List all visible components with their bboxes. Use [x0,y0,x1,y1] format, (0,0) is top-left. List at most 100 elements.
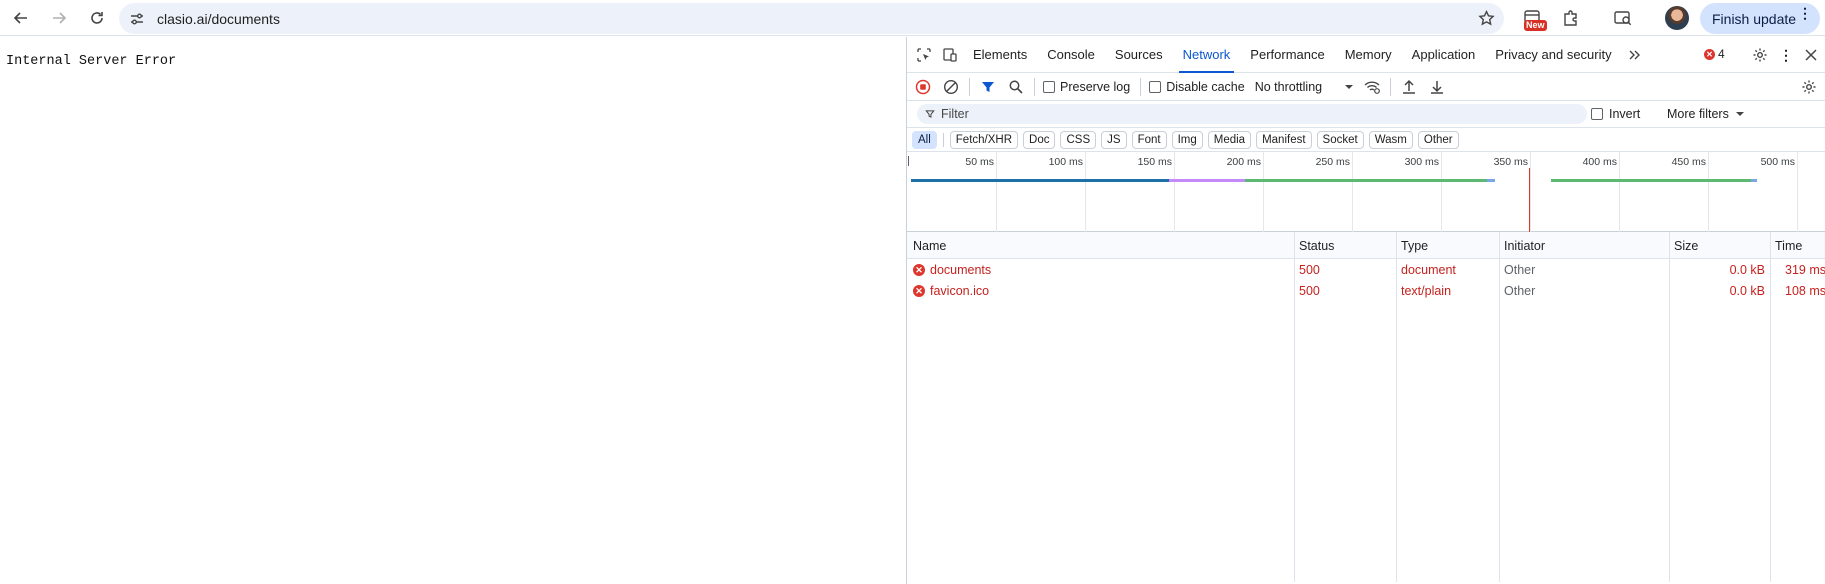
type-filter-js[interactable]: JS [1101,130,1127,149]
type-filter-wasm[interactable]: Wasm [1368,130,1413,149]
clear-icon[interactable] [937,74,965,100]
more-tabs-chevron-icon[interactable] [1622,42,1648,68]
tab-sources[interactable]: Sources [1105,37,1173,73]
search-icon[interactable] [1002,74,1030,100]
puzzle-icon [1564,10,1577,26]
type-filter-manifest[interactable]: Manifest [1256,130,1312,149]
column-header-size[interactable]: Size [1674,239,1698,253]
timeline-bar-stalled [1169,179,1245,182]
close-devtools-icon[interactable] [1798,42,1824,68]
disable-cache-label: Disable cache [1166,79,1245,94]
checkbox-box[interactable] [1149,80,1162,93]
type-filter-css[interactable]: CSS [1060,130,1097,149]
new-badge: New [1524,20,1547,31]
toolbar-divider [1140,77,1142,96]
export-har-icon[interactable] [1423,74,1451,100]
timeline-tick: 300 ms [1405,152,1442,232]
devtools-panel: Elements Console Sources Network Perform… [906,37,1825,584]
toolbar-divider [1390,77,1392,96]
finish-update-button[interactable]: Finish update ⋮ [1700,3,1820,34]
tab-application[interactable]: Application [1402,37,1486,73]
request-time: 108 ms [1785,284,1825,298]
more-vert-icon: ⋮ [1798,5,1812,21]
network-settings-gear-icon[interactable] [1795,74,1823,100]
dropdown-caret-icon [1345,84,1354,89]
type-filter-doc[interactable]: Doc [1023,130,1056,149]
column-header-name[interactable]: Name [913,239,946,253]
column-header-time[interactable]: Time [1775,239,1802,253]
forward-button[interactable] [42,3,76,33]
request-size: 0.0 kB [1729,263,1765,277]
tab-network[interactable]: Network [1173,37,1241,73]
column-header-initiator[interactable]: Initiator [1504,239,1545,253]
tab-memory[interactable]: Memory [1335,37,1402,73]
url-text[interactable]: clasio.ai/documents [157,11,280,27]
type-filter-other[interactable]: Other [1417,130,1459,149]
tab-privacy-security[interactable]: Privacy and security [1485,37,1621,73]
timeline-tick-label: 50 ms [965,156,994,168]
address-bar[interactable]: clasio.ai/documents [119,3,1504,34]
disable-cache-checkbox[interactable]: Disable cache [1149,80,1245,94]
request-name[interactable]: favicon.ico [930,284,989,298]
timeline-tick: 350 ms [1494,152,1531,232]
request-initiator: Other [1504,284,1536,298]
timeline-start-handle[interactable] [908,156,909,166]
inspect-element-icon[interactable] [911,42,937,68]
more-filters-dropdown[interactable]: More filters [1667,107,1745,121]
timeline-tick: 100 ms [1049,152,1086,232]
timeline-tick-label: 100 ms [1048,156,1083,168]
page-content: Internal Server Error [0,37,906,584]
request-type: text/plain [1401,284,1452,298]
type-filter-media[interactable]: Media [1207,130,1252,149]
column-header-type[interactable]: Type [1401,239,1428,253]
network-overview-timeline[interactable]: 50 ms 100 ms 150 ms 200 ms 250 ms 300 ms… [907,152,1825,232]
checkbox-box[interactable] [1591,108,1603,120]
request-size: 0.0 kB [1729,284,1765,298]
import-har-icon[interactable] [1395,74,1423,100]
tab-elements[interactable]: Elements [963,37,1037,73]
column-header-status[interactable]: Status [1299,239,1334,253]
filter-input[interactable]: Filter [917,104,1587,124]
filter-placeholder: Filter [941,107,969,121]
invert-checkbox[interactable]: Invert [1591,107,1640,121]
extensions-button[interactable] [1557,4,1585,32]
invert-label: Invert [1609,107,1641,121]
devtools-menu-icon[interactable]: ⋮ [1773,42,1799,68]
tab-console[interactable]: Console [1037,37,1105,73]
reload-button[interactable] [80,3,114,33]
tab-performance[interactable]: Performance [1240,37,1334,73]
timeline-tick-label: 200 ms [1226,156,1261,168]
extension-new-button[interactable]: New [1518,4,1547,32]
settings-gear-icon[interactable] [1747,42,1773,68]
preserve-log-checkbox[interactable]: Preserve log [1043,80,1130,94]
checkbox-box[interactable] [1043,80,1055,93]
type-filter-font[interactable]: Font [1131,130,1167,149]
device-toolbar-icon[interactable] [937,42,963,68]
filter-funnel-icon[interactable] [974,74,1002,100]
tab-search-button[interactable] [1609,4,1637,32]
profile-avatar[interactable] [1665,6,1689,30]
network-conditions-icon[interactable] [1358,74,1386,100]
error-x-icon: ✕ [1704,48,1715,60]
network-toolbar: Preserve log Disable cache No throttling [907,73,1825,101]
resource-type-filters: All Fetch/XHR Doc CSS JS Font Img Media … [907,128,1825,152]
request-initiator: Other [1504,263,1536,277]
request-name[interactable]: documents [930,263,991,277]
type-filter-socket[interactable]: Socket [1316,130,1364,149]
arrow-left-icon [13,11,27,24]
throttling-select[interactable]: No throttling [1255,80,1354,94]
error-counter[interactable]: ✕ 4 [1704,47,1725,61]
more-filters-label: More filters [1667,107,1729,121]
timeline-bar-queue [1487,179,1495,182]
type-filter-all[interactable]: All [912,130,937,149]
bookmark-star-icon[interactable] [1476,8,1496,28]
table-row[interactable]: ✕ documents 500 document Other 0.0 kB 31… [907,260,1825,280]
type-filter-fetch-xhr[interactable]: Fetch/XHR [949,130,1019,149]
site-settings-icon[interactable] [127,9,147,29]
dropdown-caret-icon [1735,112,1744,116]
type-filter-img[interactable]: Img [1171,130,1203,149]
record-stop-icon[interactable] [909,74,937,100]
table-row[interactable]: ✕ favicon.ico 500 text/plain Other 0.0 k… [907,281,1825,301]
back-button[interactable] [4,3,38,33]
requests-table: Name Status Type Initiator Size Time ✕ d… [907,232,1825,582]
